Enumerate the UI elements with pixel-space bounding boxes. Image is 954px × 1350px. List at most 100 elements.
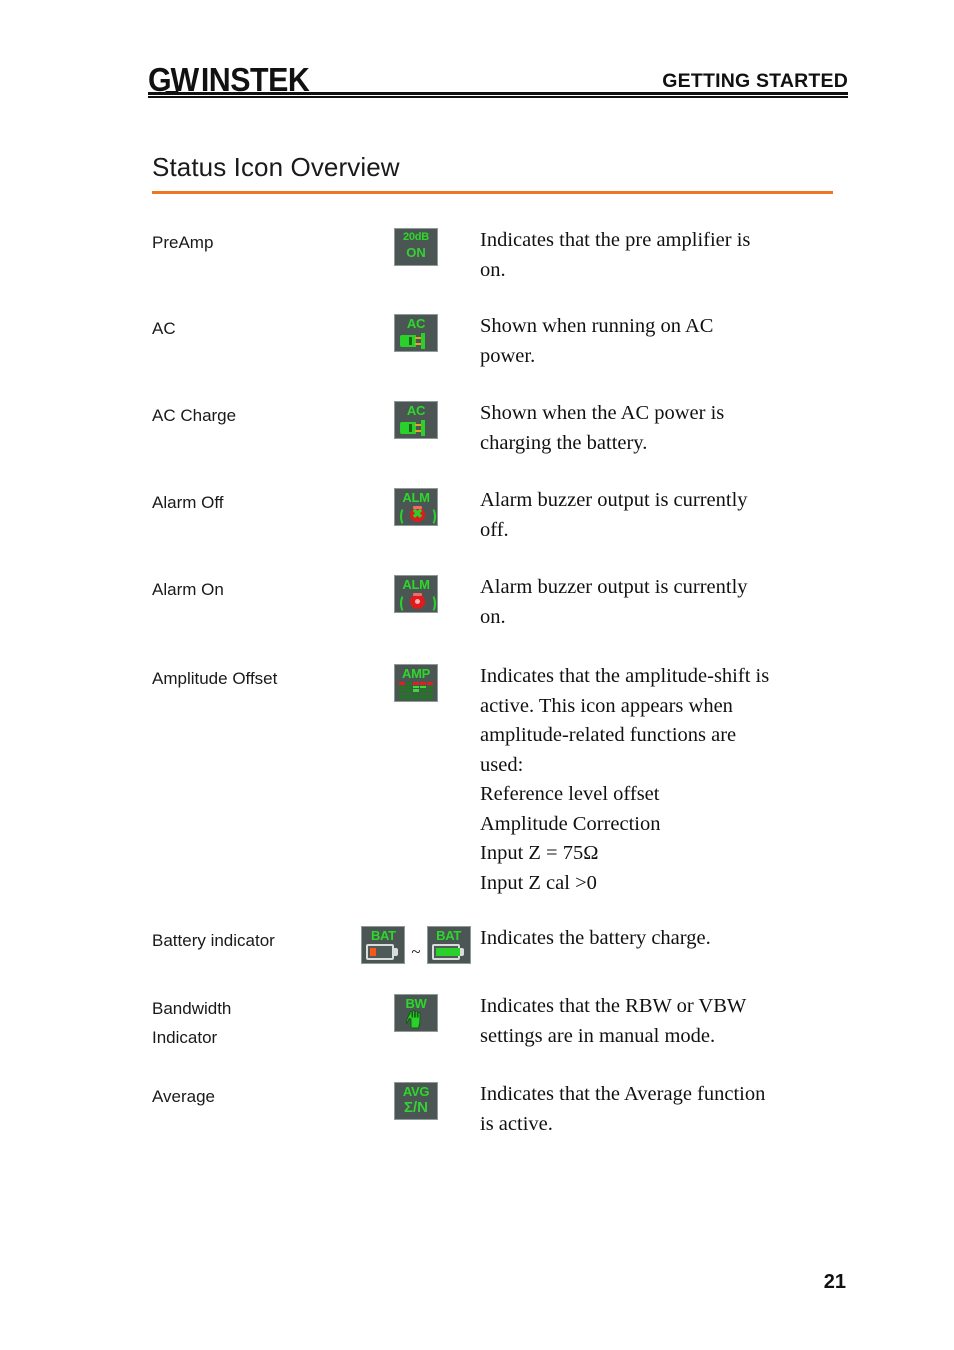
ac-power-icon: AC xyxy=(394,314,438,352)
equalizer-glyph xyxy=(399,682,433,699)
equalizer-cell xyxy=(427,682,433,685)
alarm-off-glyph: ✖ xyxy=(396,505,436,525)
row-label: AC xyxy=(152,319,176,338)
equalizer-cell xyxy=(420,692,426,696)
equalizer-cell xyxy=(406,682,412,685)
status-icon-table: PreAmp 20dB ON Indicates that the pre am… xyxy=(152,226,852,1139)
equalizer-cell xyxy=(399,685,405,689)
row-label: Alarm Off xyxy=(152,493,224,512)
row-icon-cell: AC xyxy=(352,312,480,352)
row-description: Indicates the battery charge. xyxy=(480,924,852,954)
description-line: Indicates that the amplitude-shift is xyxy=(480,665,770,687)
equalizer-cell xyxy=(406,696,412,699)
page-number: 21 xyxy=(823,1271,846,1293)
equalizer-cell xyxy=(406,685,412,689)
alarm-bell-clapper-shape xyxy=(415,599,420,604)
row-description: Indicates that the RBW or VBW settings a… xyxy=(480,992,852,1051)
alarm-on-icon-caption: ALM xyxy=(402,577,430,592)
description-line: Indicates that the pre amplifier is xyxy=(480,229,751,251)
row-label: PreAmp xyxy=(152,233,214,252)
battery-shell-shape xyxy=(366,944,395,960)
description-line: on. xyxy=(480,605,506,628)
amp-icon-caption: AMP xyxy=(402,666,430,681)
equalizer-cell xyxy=(413,689,419,692)
plug-socket-shape xyxy=(421,333,425,349)
row-label: AC Charge xyxy=(152,406,237,425)
equalizer-cell xyxy=(420,685,426,689)
description-line: off. xyxy=(480,518,509,541)
equalizer-cell xyxy=(413,692,419,696)
equalizer-cell xyxy=(413,696,419,699)
row-description: Shown when running on AC power. xyxy=(480,312,852,371)
ac-charge-icon: AC xyxy=(394,401,438,439)
plug-body-shape xyxy=(400,335,416,347)
hand-pointer-glyph xyxy=(403,1010,429,1029)
equalizer-cell xyxy=(427,696,433,699)
battery-low-glyph xyxy=(366,944,400,960)
row-label-line: Bandwidth xyxy=(152,999,232,1018)
description-line: on. xyxy=(480,258,506,281)
header-rule xyxy=(148,92,848,98)
equalizer-cell xyxy=(399,692,405,696)
table-row: Amplitude Offset AMP Indicates that the … xyxy=(152,662,852,898)
preamp-icon-caption: 20dB xyxy=(402,231,430,243)
average-icon: AVG Σ/N xyxy=(394,1082,438,1120)
plug-body-shape xyxy=(400,422,416,434)
description-line: Input Z = 75Ω xyxy=(480,842,599,864)
header-rule-line-2 xyxy=(148,96,848,98)
row-label: Alarm On xyxy=(152,580,224,599)
cross-icon: ✖ xyxy=(412,506,423,521)
row-description: Alarm buzzer output is currently on. xyxy=(480,573,852,632)
equalizer-cell xyxy=(399,682,405,685)
table-row: PreAmp 20dB ON Indicates that the pre am… xyxy=(152,226,852,285)
description-line: Shown when the AC power is xyxy=(480,402,725,424)
battery-low-icon: BAT xyxy=(361,926,406,964)
equalizer-cell xyxy=(420,682,426,685)
plug-socket-shape xyxy=(421,420,425,436)
battery-icon-caption-2: BAT xyxy=(436,928,462,943)
ac-charge-plug-glyph xyxy=(396,418,436,438)
sound-wave-shape xyxy=(426,507,436,525)
description-line: Reference level offset xyxy=(480,783,660,805)
equalizer-cell xyxy=(413,685,419,689)
range-separator: ~ xyxy=(411,942,421,961)
table-row: AC Charge AC Shown when the AC power is … xyxy=(152,399,852,458)
alarm-off-icon-caption: ALM xyxy=(402,490,430,505)
description-line: charging the battery. xyxy=(480,431,648,454)
alarm-off-icon: ALM ✖ xyxy=(394,488,438,526)
amplitude-offset-icon: AMP xyxy=(394,664,438,702)
description-line: Alarm buzzer output is currently xyxy=(480,489,748,511)
hand-icon xyxy=(405,1010,421,1029)
row-icon-cell: BAT ~ BAT xyxy=(352,924,480,964)
description-line: Indicates that the Average function xyxy=(480,1083,766,1105)
row-description: Indicates that the amplitude-shift is ac… xyxy=(480,662,852,898)
table-row: Bandwidth Indicator BW Indicates that th… xyxy=(152,992,852,1052)
equalizer-cell xyxy=(427,685,433,689)
row-label: Amplitude Offset xyxy=(152,669,278,688)
bandwidth-indicator-icon: BW xyxy=(394,994,438,1032)
battery-icon-caption: BAT xyxy=(370,928,396,943)
description-line: active. This icon appears when xyxy=(480,694,733,717)
row-icon-cell: AVG Σ/N xyxy=(352,1080,480,1120)
description-line: used: xyxy=(480,753,524,776)
equalizer-cell xyxy=(427,689,433,692)
description-line: Shown when running on AC xyxy=(480,315,714,337)
table-row: Battery indicator BAT ~ BAT Indicates th… xyxy=(152,924,852,964)
row-label-line: Indicator xyxy=(152,1028,218,1047)
row-icon-cell: ALM xyxy=(352,573,480,613)
row-label: Battery indicator xyxy=(152,931,275,950)
battery-full-icon: BAT xyxy=(426,926,471,964)
section-underline xyxy=(152,191,833,194)
sound-wave-shape xyxy=(426,594,436,612)
description-line: Amplitude Correction xyxy=(480,812,661,835)
battery-tip-shape xyxy=(459,948,464,956)
description-line: settings are in manual mode. xyxy=(480,1024,716,1047)
equalizer-cell xyxy=(413,682,419,685)
table-row: Alarm On ALM Alarm buzzer output is curr… xyxy=(152,573,852,632)
avg-icon-caption: AVG xyxy=(402,1084,430,1099)
row-description: Shown when the AC power is charging the … xyxy=(480,399,852,458)
row-label: Bandwidth Indicator xyxy=(152,992,352,1052)
sound-wave-shape xyxy=(400,594,410,612)
equalizer-cell xyxy=(420,696,426,699)
row-icon-cell: AMP xyxy=(352,662,480,702)
